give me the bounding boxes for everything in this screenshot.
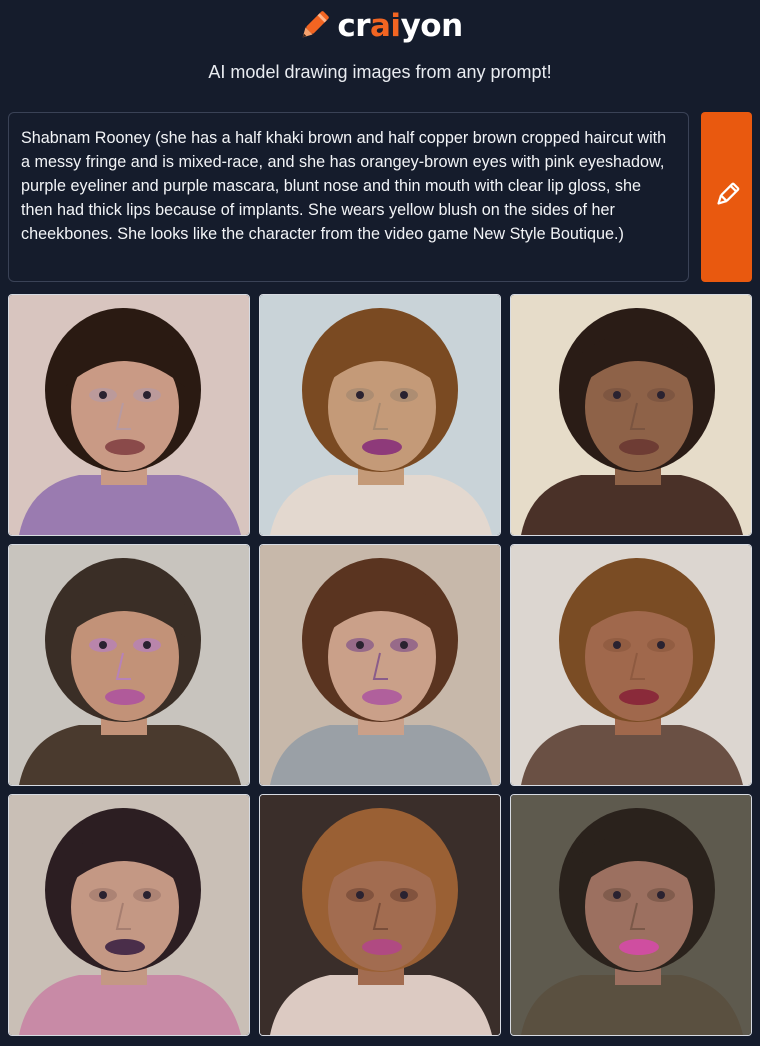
prompt-input[interactable]: Shabnam Rooney (she has a half khaki bro… [8,112,689,282]
craiyon-logo[interactable]: craiyon [297,8,464,44]
pencil-icon [713,181,741,214]
pencil-icon [297,9,331,43]
draw-button[interactable] [701,112,752,282]
result-image[interactable] [259,294,501,536]
result-image[interactable] [259,794,501,1036]
result-image[interactable] [8,794,250,1036]
logo-text: craiyon [337,8,464,44]
tagline: AI model drawing images from any prompt! [208,62,552,82]
result-image[interactable] [8,544,250,786]
result-image[interactable] [510,544,752,786]
logo-accent: ai [370,8,401,44]
logo-prefix: cr [337,8,371,44]
header: craiyon [0,0,760,52]
result-image[interactable] [8,294,250,536]
result-image[interactable] [259,544,501,786]
result-image[interactable] [510,794,752,1036]
logo-suffix: yon [400,8,464,44]
result-image[interactable] [510,294,752,536]
result-grid [8,294,752,1036]
